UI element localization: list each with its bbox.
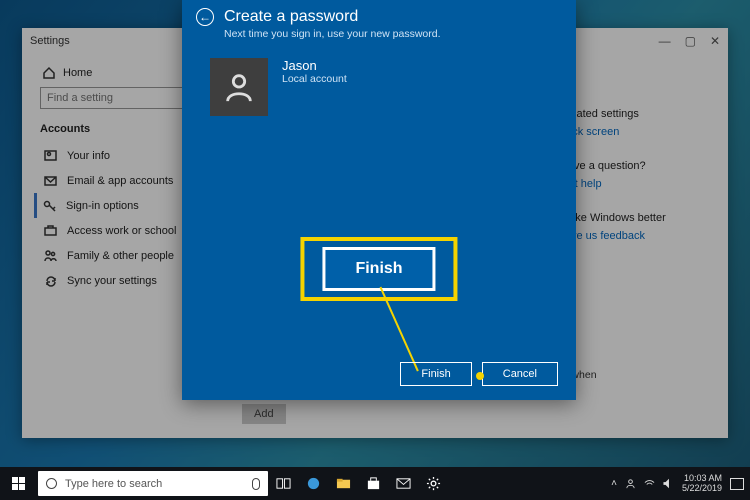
user-icon bbox=[222, 70, 256, 104]
windows-icon bbox=[12, 477, 25, 490]
mic-icon bbox=[252, 478, 260, 490]
avatar bbox=[210, 58, 268, 116]
finish-button[interactable]: Finish bbox=[400, 362, 471, 386]
create-password-dialog: ← Create a password Next time you sign i… bbox=[182, 0, 576, 400]
user-account-type: Local account bbox=[282, 73, 347, 85]
user-name: Jason bbox=[282, 58, 347, 73]
search-icon bbox=[46, 478, 57, 489]
finish-callout-label: Finish bbox=[322, 247, 435, 291]
edge-icon[interactable] bbox=[298, 467, 328, 500]
search-placeholder: Type here to search bbox=[65, 478, 162, 490]
finish-callout: Finish bbox=[300, 237, 457, 301]
clock-date: 5/22/2019 bbox=[682, 484, 722, 494]
mail-app-icon[interactable] bbox=[388, 467, 418, 500]
wifi-icon[interactable] bbox=[644, 478, 655, 489]
task-view-button[interactable] bbox=[268, 467, 298, 500]
start-button[interactable] bbox=[0, 467, 36, 500]
settings-taskbar-icon[interactable] bbox=[418, 467, 448, 500]
tray-chevron-icon[interactable]: ˄ bbox=[611, 478, 617, 489]
desktop: Settings — ▢ ✕ Home Accounts Your info bbox=[0, 0, 750, 500]
volume-icon[interactable] bbox=[663, 478, 674, 489]
action-center-icon[interactable] bbox=[730, 478, 744, 490]
system-tray[interactable]: ˄ 10:03 AM 5/22/2019 bbox=[611, 474, 750, 494]
taskbar-search[interactable]: Type here to search bbox=[38, 471, 268, 496]
annotation-dot bbox=[476, 372, 484, 380]
dialog-subtitle: Next time you sign in, use your new pass… bbox=[182, 28, 576, 40]
taskbar: Type here to search ˄ 10:03 AM 5/22/2019 bbox=[0, 467, 750, 500]
clock[interactable]: 10:03 AM 5/22/2019 bbox=[682, 474, 722, 494]
people-tray-icon[interactable] bbox=[625, 478, 636, 489]
dialog-title: Create a password bbox=[224, 8, 358, 26]
file-explorer-icon[interactable] bbox=[328, 467, 358, 500]
back-button[interactable]: ← bbox=[196, 8, 214, 26]
store-icon[interactable] bbox=[358, 467, 388, 500]
cancel-button[interactable]: Cancel bbox=[482, 362, 558, 386]
